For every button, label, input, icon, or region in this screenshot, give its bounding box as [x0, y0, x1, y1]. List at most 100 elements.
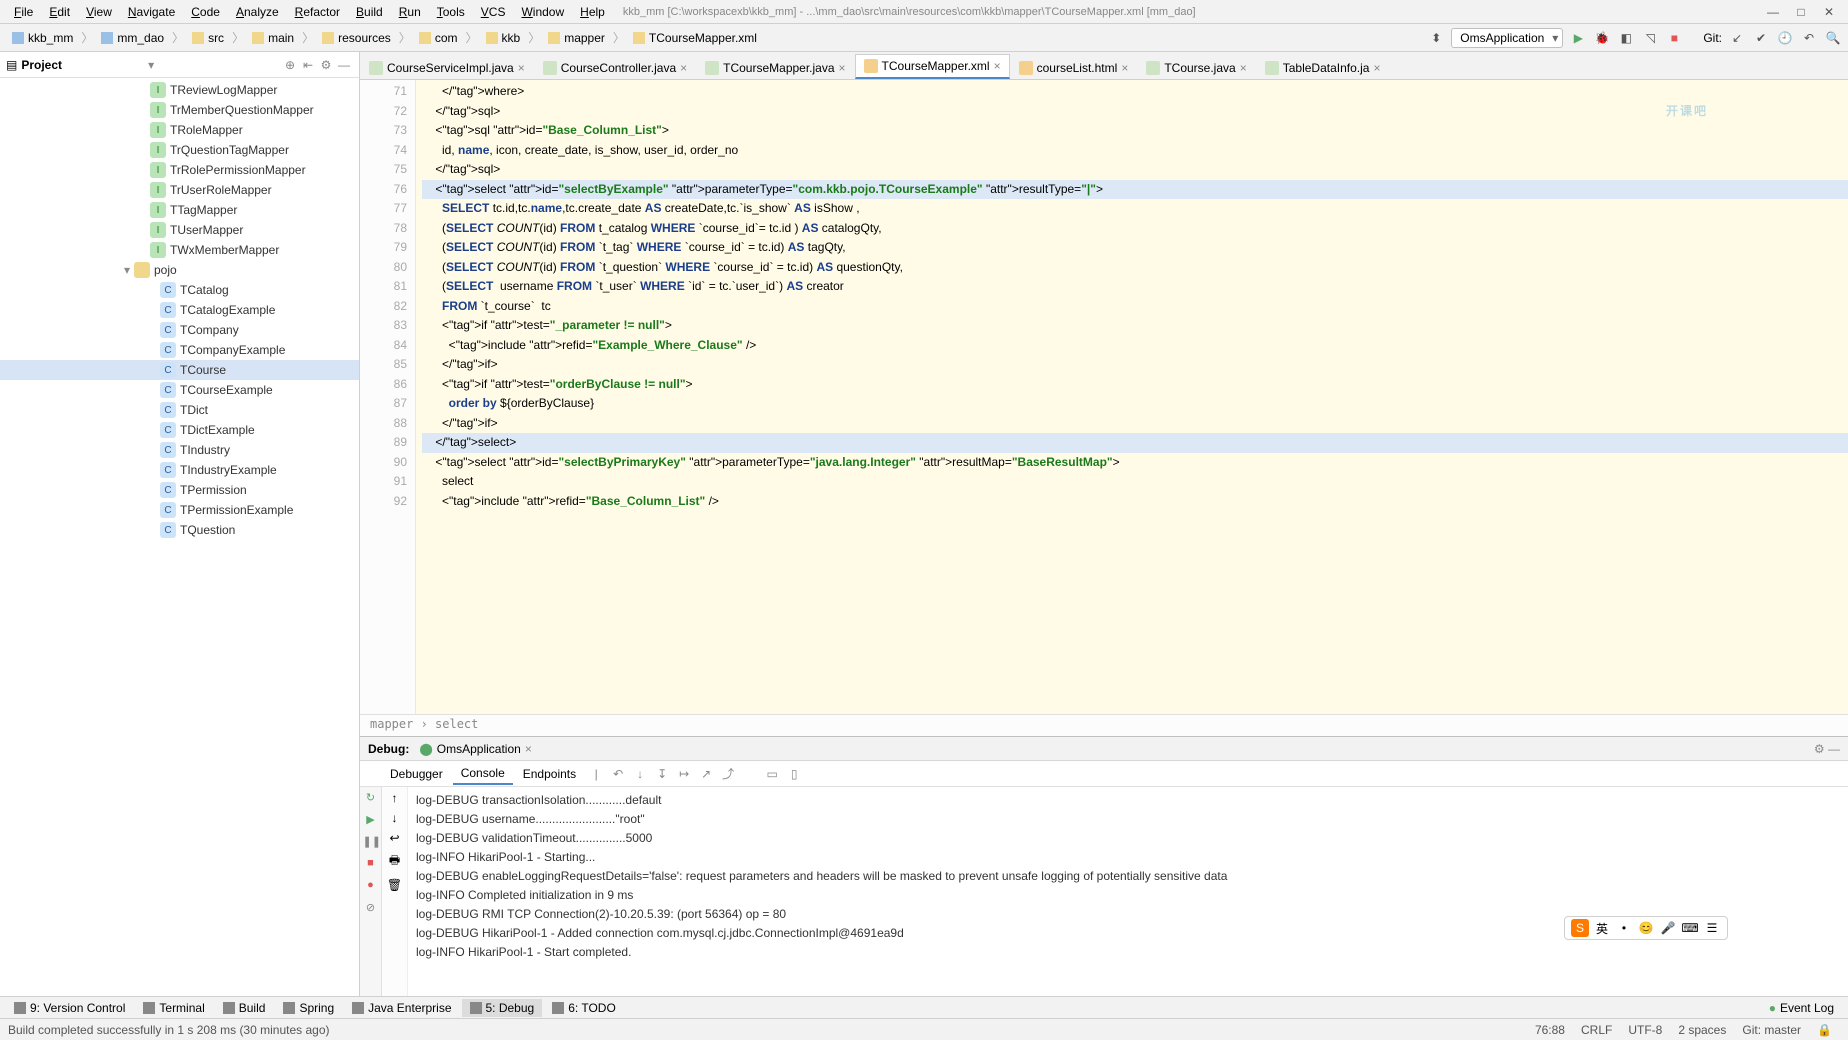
- breadcrumb-main[interactable]: main: [246, 29, 300, 47]
- tool-tab-Spring[interactable]: Spring: [275, 999, 342, 1017]
- tab-TCourseMapper.java[interactable]: TCourseMapper.java×: [696, 56, 854, 79]
- debug-toolbar-icon[interactable]: ↓: [630, 764, 650, 784]
- debug-tab-endpoints[interactable]: Endpoints: [515, 764, 584, 784]
- debug-toolbar-icon[interactable]: ↦: [674, 764, 694, 784]
- code-line-78[interactable]: (SELECT COUNT(id) FROM t_catalog WHERE `…: [422, 219, 1848, 239]
- close-tab-icon[interactable]: ×: [680, 61, 687, 75]
- tool-tab-6-TODO[interactable]: 6: TODO: [544, 999, 624, 1017]
- close-tab-icon[interactable]: ×: [839, 61, 846, 75]
- code-line-85[interactable]: </"tag">if>: [422, 355, 1848, 375]
- code-line-80[interactable]: (SELECT COUNT(id) FROM `t_question` WHER…: [422, 258, 1848, 278]
- menu-tools[interactable]: Tools: [429, 3, 473, 21]
- debug-settings-icon[interactable]: ⚙ —: [1814, 742, 1840, 756]
- resume-icon[interactable]: ▶: [363, 813, 379, 829]
- git-update-icon[interactable]: ↙: [1728, 29, 1746, 47]
- tab-CourseServiceImpl.java[interactable]: CourseServiceImpl.java×: [360, 56, 534, 79]
- menu-file[interactable]: File: [6, 3, 41, 21]
- tree-item-TWxMemberMapper[interactable]: ITWxMemberMapper: [0, 240, 359, 260]
- tool-tab-Java-Enterprise[interactable]: Java Enterprise: [344, 999, 459, 1017]
- tool-tab-Terminal[interactable]: Terminal: [135, 999, 212, 1017]
- minimize-button[interactable]: —: [1766, 5, 1780, 19]
- tree-item-TUserMapper[interactable]: ITUserMapper: [0, 220, 359, 240]
- tree-folder-pojo[interactable]: ▾pojo: [0, 260, 359, 280]
- tree-item-TrRolePermissionMapper[interactable]: ITrRolePermissionMapper: [0, 160, 359, 180]
- pause-icon[interactable]: ❚❚: [363, 835, 379, 851]
- coverage-button[interactable]: ◧: [1617, 29, 1635, 47]
- code-line-91[interactable]: select: [422, 472, 1848, 492]
- ime-widget[interactable]: S 英•😊🎤⌨☰: [1564, 916, 1728, 940]
- breadcrumb-com[interactable]: com: [413, 29, 464, 47]
- tree-item-TCatalog[interactable]: CTCatalog: [0, 280, 359, 300]
- tree-item-TCompany[interactable]: CTCompany: [0, 320, 359, 340]
- debug-toolbar-icon[interactable]: ▯: [784, 764, 804, 784]
- tree-item-TIndustry[interactable]: CTIndustry: [0, 440, 359, 460]
- tab-TCourseMapper.xml[interactable]: TCourseMapper.xml×: [855, 54, 1010, 79]
- code-line-75[interactable]: </"tag">sql>: [422, 160, 1848, 180]
- status-2-spaces[interactable]: 2 spaces: [1670, 1023, 1734, 1037]
- tab-courseList.html[interactable]: courseList.html×: [1010, 56, 1138, 79]
- code-editor[interactable]: </"tag">where> </"tag">sql> <"tag">sql "…: [416, 80, 1848, 714]
- tree-item-TrMemberQuestionMapper[interactable]: ITrMemberQuestionMapper: [0, 100, 359, 120]
- status-UTF-8[interactable]: UTF-8: [1620, 1023, 1670, 1037]
- tab-TCourse.java[interactable]: TCourse.java×: [1137, 56, 1255, 79]
- tab-TableDataInfo.ja[interactable]: TableDataInfo.ja×: [1256, 56, 1390, 79]
- debug-toolbar-icon[interactable]: ↶: [608, 764, 628, 784]
- tree-item-TCatalogExample[interactable]: CTCatalogExample: [0, 300, 359, 320]
- tree-item-TTagMapper[interactable]: ITTagMapper: [0, 200, 359, 220]
- menu-window[interactable]: Window: [513, 3, 572, 21]
- git-commit-icon[interactable]: ✔: [1752, 29, 1770, 47]
- tree-item-TPermission[interactable]: CTPermission: [0, 480, 359, 500]
- menu-view[interactable]: View: [78, 3, 120, 21]
- breadcrumb-mapper[interactable]: mapper: [542, 29, 611, 47]
- search-icon[interactable]: 🔍: [1824, 29, 1842, 47]
- git-revert-icon[interactable]: ↶: [1800, 29, 1818, 47]
- breadcrumb-resources[interactable]: resources: [316, 29, 397, 47]
- status-76-88[interactable]: 76:88: [1527, 1023, 1573, 1037]
- menu-vcs[interactable]: VCS: [473, 3, 514, 21]
- breadcrumb-TCourseMapper.xml[interactable]: TCourseMapper.xml: [627, 29, 763, 47]
- tree-item-TCourseExample[interactable]: CTCourseExample: [0, 380, 359, 400]
- project-tool-icon[interactable]: ▤: [6, 58, 17, 72]
- tree-item-TrQuestionTagMapper[interactable]: ITrQuestionTagMapper: [0, 140, 359, 160]
- debug-toolbar-icon[interactable]: ▭: [762, 764, 782, 784]
- debug-toolbar-icon[interactable]: ↧: [652, 764, 672, 784]
- menu-edit[interactable]: Edit: [41, 3, 78, 21]
- code-line-84[interactable]: <"tag">include "attr">refid="Example_Whe…: [422, 336, 1848, 356]
- clear-icon[interactable]: 🗑: [387, 878, 402, 892]
- tree-item-TrUserRoleMapper[interactable]: ITrUserRoleMapper: [0, 180, 359, 200]
- tool-tab-Build[interactable]: Build: [215, 999, 274, 1017]
- console-output[interactable]: log-DEBUG transactionIsolation..........…: [408, 787, 1848, 996]
- profile-button[interactable]: ◹: [1641, 29, 1659, 47]
- breadcrumb-kkb_mm[interactable]: kkb_mm: [6, 29, 79, 47]
- tree-item-TQuestion[interactable]: CTQuestion: [0, 520, 359, 540]
- hide-panel-icon[interactable]: —: [335, 58, 353, 72]
- maximize-button[interactable]: □: [1794, 5, 1808, 19]
- code-line-88[interactable]: </"tag">if>: [422, 414, 1848, 434]
- lock-icon[interactable]: 🔒: [1809, 1023, 1840, 1037]
- menu-refactor[interactable]: Refactor: [287, 3, 348, 21]
- git-history-icon[interactable]: 🕘: [1776, 29, 1794, 47]
- menu-navigate[interactable]: Navigate: [120, 3, 183, 21]
- close-tab-icon[interactable]: ×: [1373, 61, 1380, 75]
- run-button[interactable]: ▶: [1569, 29, 1587, 47]
- code-line-72[interactable]: </"tag">sql>: [422, 102, 1848, 122]
- code-line-77[interactable]: SELECT tc.id,tc.name,tc.create_date AS c…: [422, 199, 1848, 219]
- tree-item-TPermissionExample[interactable]: CTPermissionExample: [0, 500, 359, 520]
- debug-toolbar-icon[interactable]: ↗: [696, 764, 716, 784]
- run-config-select[interactable]: OmsApplication: [1451, 28, 1563, 48]
- tool-tab-9-Version-Control[interactable]: 9: Version Control: [6, 999, 133, 1017]
- code-line-76[interactable]: <"tag">select "attr">id="selectByExample…: [422, 180, 1848, 200]
- debug-toolbar-icon[interactable]: ⤴: [718, 764, 738, 784]
- scroll-down-icon[interactable]: ↓: [392, 811, 398, 825]
- menu-code[interactable]: Code: [183, 3, 228, 21]
- close-tab-icon[interactable]: ×: [994, 59, 1001, 73]
- menu-analyze[interactable]: Analyze: [228, 3, 287, 21]
- code-line-82[interactable]: FROM `t_course` tc: [422, 297, 1848, 317]
- close-tab-icon[interactable]: ×: [518, 61, 525, 75]
- debug-tab-debugger[interactable]: Debugger: [382, 764, 451, 784]
- code-line-74[interactable]: id, name, icon, create_date, is_show, us…: [422, 141, 1848, 161]
- rerun-icon[interactable]: ↻: [363, 791, 379, 807]
- print-icon[interactable]: 🖶: [389, 851, 400, 872]
- breadcrumb-mm_dao[interactable]: mm_dao: [95, 29, 170, 47]
- tree-item-TCompanyExample[interactable]: CTCompanyExample: [0, 340, 359, 360]
